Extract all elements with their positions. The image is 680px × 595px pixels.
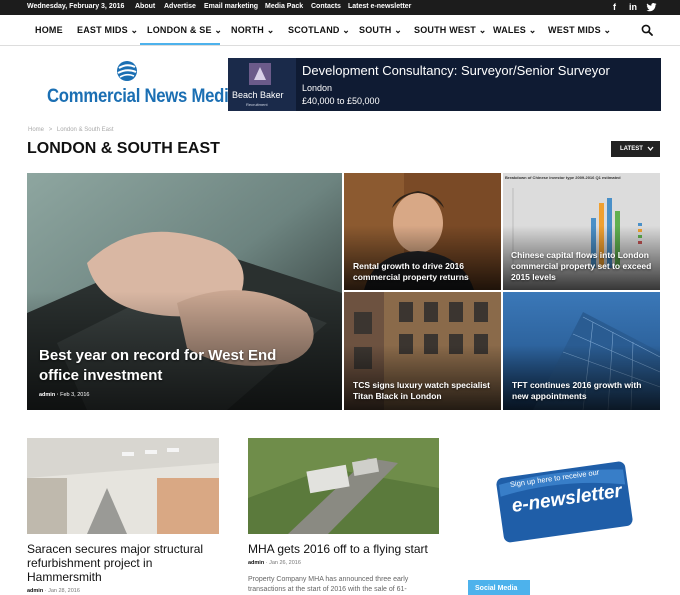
nav-wales[interactable]: WALES ⌄ bbox=[493, 25, 536, 36]
article-mha-image[interactable] bbox=[248, 438, 439, 534]
ad-brand-name: Beach Baker bbox=[232, 90, 284, 100]
logo-text: Commercial News Media bbox=[47, 86, 238, 107]
nav-home[interactable]: HOME bbox=[35, 25, 63, 35]
date-label: Wednesday, February 3, 2016 bbox=[27, 3, 125, 10]
aerial-site-image bbox=[248, 438, 439, 534]
topbar-link-latest-enewsletter[interactable]: Latest e-newsletter bbox=[348, 3, 411, 10]
page-title: LONDON & SOUTH EAST bbox=[27, 140, 220, 157]
article-mha-excerpt: Property Company MHA has announced three… bbox=[248, 576, 409, 593]
enewsletter-signup-badge[interactable]: Sign up here to receive our e-newsletter bbox=[492, 458, 637, 546]
hero-main-author[interactable]: admin bbox=[39, 392, 55, 398]
nav-north[interactable]: NORTH ⌄ bbox=[231, 25, 274, 36]
social-media-label: Social Media bbox=[475, 585, 518, 592]
ad-location: London bbox=[302, 83, 333, 93]
breadcrumb-home[interactable]: Home bbox=[28, 127, 44, 133]
hero-tile-tft-continues[interactable]: TFT continues 2016 growth with new appoi… bbox=[503, 292, 660, 410]
hero-main-title[interactable]: Best year on record for West End office … bbox=[39, 346, 309, 386]
ad-salary: £40,000 to £50,000 bbox=[302, 96, 380, 106]
article-mha-author[interactable]: admin bbox=[248, 560, 264, 566]
hero-main-date: Feb 3, 2016 bbox=[60, 392, 90, 398]
social-media-heading: Social Media bbox=[468, 580, 530, 595]
linkedin-icon[interactable]: in bbox=[629, 2, 637, 12]
beach-baker-logo-icon bbox=[249, 63, 271, 85]
hero-tile-chinese-capital[interactable]: Breakdown of Chinese investor type 2009-… bbox=[503, 173, 660, 290]
topbar-link-media-pack[interactable]: Media Pack bbox=[265, 3, 303, 10]
nav-east-mids[interactable]: EAST MIDS ⌄ bbox=[77, 25, 138, 36]
topbar-link-contacts[interactable]: Contacts bbox=[311, 3, 341, 10]
article-saracen-date: Jan 28, 2016 bbox=[48, 588, 80, 594]
article-mha-meta: admin · Jan 26, 2016 bbox=[248, 560, 301, 566]
article-saracen-image[interactable] bbox=[27, 438, 219, 534]
hero-tile-tcs-signs[interactable]: TCS signs luxury watch specialist Titan … bbox=[344, 292, 501, 410]
nav-london-se[interactable]: LONDON & SE ⌄ bbox=[147, 25, 222, 36]
chevron-down-icon bbox=[647, 145, 654, 152]
facebook-icon[interactable]: f bbox=[613, 2, 616, 12]
site-logo[interactable]: Commercial News Media bbox=[40, 58, 238, 113]
nav-active-underline bbox=[140, 43, 220, 45]
hero-tile-chinese-capital-title[interactable]: Chinese capital flows into London commer… bbox=[511, 250, 656, 283]
article-mha-title[interactable]: MHA gets 2016 off to a flying start bbox=[248, 542, 453, 556]
ad-headline: Development Consultancy: Surveyor/Senior… bbox=[302, 63, 610, 78]
office-interior-image bbox=[27, 438, 219, 534]
twitter-icon[interactable] bbox=[646, 2, 657, 13]
topbar-link-email-marketing[interactable]: Email marketing bbox=[204, 3, 258, 10]
article-saracen-author[interactable]: admin bbox=[27, 588, 43, 594]
ad-brand-sub: Recruitment bbox=[246, 102, 268, 107]
breadcrumb-separator: > bbox=[48, 127, 53, 133]
globe-icon bbox=[116, 60, 138, 82]
ad-brand-block: Beach Baker Recruitment bbox=[228, 58, 296, 111]
latest-label: LATEST bbox=[620, 146, 643, 152]
search-icon[interactable] bbox=[641, 23, 653, 36]
nav-south-west[interactable]: SOUTH WEST ⌄ bbox=[414, 25, 486, 36]
nav-south[interactable]: SOUTH ⌄ bbox=[359, 25, 402, 36]
article-saracen-title[interactable]: Saracen secures major structural refurbi… bbox=[27, 542, 227, 584]
hero-main-meta: admin · Feb 3, 2016 bbox=[39, 392, 90, 398]
article-saracen-meta: admin · Jan 28, 2016 bbox=[27, 588, 80, 594]
top-bar: Wednesday, February 3, 2016 About Advert… bbox=[0, 0, 680, 15]
nav-scotland[interactable]: SCOTLAND ⌄ bbox=[288, 25, 350, 36]
hero-main-article[interactable]: Best year on record for West End office … bbox=[27, 173, 342, 410]
hero-tile-tcs-signs-title[interactable]: TCS signs luxury watch specialist Titan … bbox=[353, 380, 498, 402]
topbar-link-about[interactable]: About bbox=[135, 3, 155, 10]
article-mha-date: Jan 26, 2016 bbox=[269, 560, 301, 566]
breadcrumb: Home > London & South East bbox=[28, 127, 114, 133]
main-nav: HOME EAST MIDS ⌄ LONDON & SE ⌄ NORTH ⌄ S… bbox=[0, 15, 680, 46]
hero-tile-rental-growth[interactable]: Rental growth to drive 2016 commercial p… bbox=[344, 173, 501, 290]
ad-banner[interactable]: Beach Baker Recruitment Development Cons… bbox=[228, 58, 661, 111]
topbar-link-advertise[interactable]: Advertise bbox=[164, 3, 196, 10]
nav-west-mids[interactable]: WEST MIDS ⌄ bbox=[548, 25, 611, 36]
hero-tile-rental-growth-title[interactable]: Rental growth to drive 2016 commercial p… bbox=[353, 261, 493, 283]
latest-dropdown-button[interactable]: LATEST bbox=[611, 141, 660, 157]
hero-tile-tft-continues-title[interactable]: TFT continues 2016 growth with new appoi… bbox=[512, 380, 657, 402]
breadcrumb-current: London & South East bbox=[56, 127, 114, 133]
